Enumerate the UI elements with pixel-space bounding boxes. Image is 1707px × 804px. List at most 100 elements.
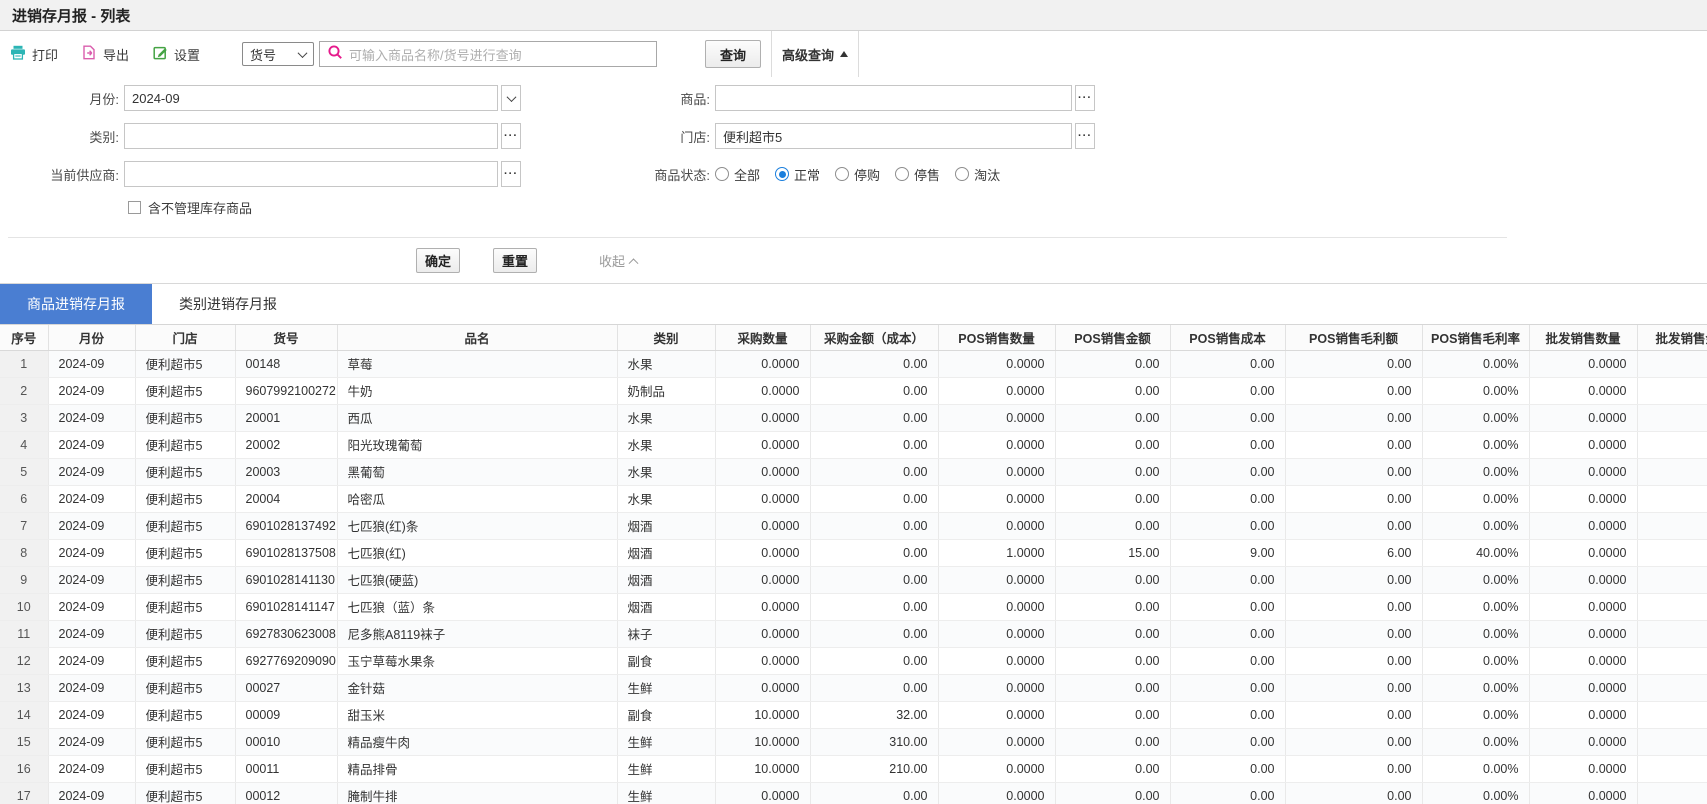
cell: 310.00: [810, 728, 938, 755]
column-header[interactable]: 批发销售数量: [1529, 325, 1637, 350]
collapse-button[interactable]: 收起: [599, 251, 637, 270]
include-unmanaged-label: 含不管理库存商品: [148, 198, 252, 217]
cell: [1637, 728, 1707, 755]
cell: 0.0000: [938, 647, 1055, 674]
reset-button[interactable]: 重置: [493, 248, 537, 273]
month-select[interactable]: 2024-09: [124, 85, 498, 111]
cell: 0.0000: [938, 701, 1055, 728]
cell: 0.0000: [938, 620, 1055, 647]
cell: 00148: [235, 350, 337, 377]
column-header[interactable]: POS销售数量: [938, 325, 1055, 350]
query-button[interactable]: 查询: [705, 40, 761, 68]
table-row[interactable]: 32024-09便利超市520001西瓜水果0.00000.000.00000.…: [0, 404, 1707, 431]
status-radio-label: 停购: [854, 165, 880, 184]
cell: 6927769209090: [235, 647, 337, 674]
supplier-input[interactable]: [124, 161, 498, 187]
column-header[interactable]: POS销售金额: [1055, 325, 1170, 350]
cell: 0.0000: [938, 782, 1055, 804]
cell: 00027: [235, 674, 337, 701]
cell: 0.00: [810, 485, 938, 512]
chevron-up-icon: [629, 258, 639, 268]
product-input[interactable]: [715, 85, 1072, 111]
category-input[interactable]: [124, 123, 498, 149]
status-radio-全部[interactable]: 全部: [715, 165, 760, 184]
cell: 0.0000: [938, 350, 1055, 377]
cell: 便利超市5: [135, 512, 235, 539]
column-header[interactable]: 批发销售金额: [1637, 325, 1707, 350]
cell: 12: [0, 647, 48, 674]
export-button[interactable]: 导出: [82, 45, 129, 64]
table-row[interactable]: 132024-09便利超市500027金针菇生鲜0.00000.000.0000…: [0, 674, 1707, 701]
column-header[interactable]: POS销售毛利额: [1285, 325, 1422, 350]
radio-icon: [895, 167, 909, 181]
title-bar: 进销存月报 - 列表: [0, 0, 1707, 31]
advanced-query-button[interactable]: 高级查询: [771, 31, 859, 77]
column-header[interactable]: 品名: [337, 325, 617, 350]
column-header[interactable]: 月份: [48, 325, 135, 350]
column-header[interactable]: 采购金额（成本）: [810, 325, 938, 350]
status-radio-停购[interactable]: 停购: [835, 165, 880, 184]
table-header-row: 序号月份门店货号品名类别采购数量采购金额（成本）POS销售数量POS销售金额PO…: [0, 325, 1707, 350]
cell: 15.00: [1055, 539, 1170, 566]
table-row[interactable]: 12024-09便利超市500148草莓水果0.00000.000.00000.…: [0, 350, 1707, 377]
include-unmanaged-checkbox-row[interactable]: 含不管理库存商品: [128, 199, 1707, 215]
cell: 0.00: [1055, 701, 1170, 728]
confirm-button[interactable]: 确定: [416, 248, 460, 273]
column-header[interactable]: 类别: [617, 325, 715, 350]
status-label: 商品状态:: [521, 165, 715, 184]
cell: 烟酒: [617, 512, 715, 539]
cell: 0.00: [1285, 458, 1422, 485]
cell: 6: [0, 485, 48, 512]
column-header[interactable]: POS销售毛利率: [1422, 325, 1529, 350]
column-header[interactable]: 采购数量: [715, 325, 810, 350]
table-row[interactable]: 52024-09便利超市520003黑葡萄水果0.00000.000.00000…: [0, 458, 1707, 485]
status-radio-正常[interactable]: 正常: [775, 165, 820, 184]
table-row[interactable]: 102024-09便利超市56901028141147七匹狼（蓝）条烟酒0.00…: [0, 593, 1707, 620]
cell: 00010: [235, 728, 337, 755]
product-picker-button[interactable]: ···: [1075, 85, 1095, 111]
table-row[interactable]: 22024-09便利超市59607992100272牛奶奶制品0.00000.0…: [0, 377, 1707, 404]
table-row[interactable]: 72024-09便利超市56901028137492七匹狼(红)条烟酒0.000…: [0, 512, 1707, 539]
table-row[interactable]: 172024-09便利超市500012腌制牛排生鲜0.00000.000.000…: [0, 782, 1707, 804]
settings-button[interactable]: 设置: [153, 45, 200, 64]
cell: 精品瘦牛肉: [337, 728, 617, 755]
search-type-value: 货号: [250, 45, 276, 64]
table-row[interactable]: 92024-09便利超市56901028141130七匹狼(硬蓝)烟酒0.000…: [0, 566, 1707, 593]
column-header[interactable]: 门店: [135, 325, 235, 350]
chevron-down-icon: [506, 92, 516, 102]
store-input[interactable]: 便利超市5: [715, 123, 1072, 149]
cell: 2024-09: [48, 404, 135, 431]
tab-category-monthly[interactable]: 类别进销存月报: [152, 284, 304, 324]
table-row[interactable]: 162024-09便利超市500011精品排骨生鲜10.0000210.000.…: [0, 755, 1707, 782]
radio-icon: [775, 167, 789, 181]
search-type-select[interactable]: 货号: [242, 42, 314, 66]
store-picker-button[interactable]: ···: [1075, 123, 1095, 149]
month-dropdown-button[interactable]: [501, 85, 521, 111]
cell: 甜玉米: [337, 701, 617, 728]
status-radio-淘汰[interactable]: 淘汰: [955, 165, 1000, 184]
table-row[interactable]: 152024-09便利超市500010精品瘦牛肉生鲜10.0000310.000…: [0, 728, 1707, 755]
cell: 便利超市5: [135, 701, 235, 728]
table-row[interactable]: 82024-09便利超市56901028137508七匹狼(红)烟酒0.0000…: [0, 539, 1707, 566]
table-row[interactable]: 62024-09便利超市520004哈密瓜水果0.00000.000.00000…: [0, 485, 1707, 512]
column-header[interactable]: POS销售成本: [1170, 325, 1285, 350]
search-input[interactable]: 可输入商品名称/货号进行查询: [319, 41, 657, 67]
column-header[interactable]: 序号: [0, 325, 48, 350]
table-row[interactable]: 112024-09便利超市56927830623008尼多熊A8119袜子袜子0…: [0, 620, 1707, 647]
cell: 0.00%: [1422, 701, 1529, 728]
cell: 0.0000: [1529, 755, 1637, 782]
category-picker-button[interactable]: ···: [501, 123, 521, 149]
status-radio-停售[interactable]: 停售: [895, 165, 940, 184]
column-header[interactable]: 货号: [235, 325, 337, 350]
table-row[interactable]: 122024-09便利超市56927769209090玉宁草莓水果条副食0.00…: [0, 647, 1707, 674]
store-label: 门店:: [521, 127, 715, 146]
supplier-picker-button[interactable]: ···: [501, 161, 521, 187]
cell: 0.0000: [715, 539, 810, 566]
tab-product-monthly[interactable]: 商品进销存月报: [0, 284, 152, 324]
table-row[interactable]: 142024-09便利超市500009甜玉米副食10.000032.000.00…: [0, 701, 1707, 728]
cell: 便利超市5: [135, 458, 235, 485]
cell: 便利超市5: [135, 755, 235, 782]
table-row[interactable]: 42024-09便利超市520002阳光玫瑰葡萄水果0.00000.000.00…: [0, 431, 1707, 458]
print-button[interactable]: 打印: [10, 45, 58, 64]
checkbox-icon[interactable]: [128, 201, 141, 214]
